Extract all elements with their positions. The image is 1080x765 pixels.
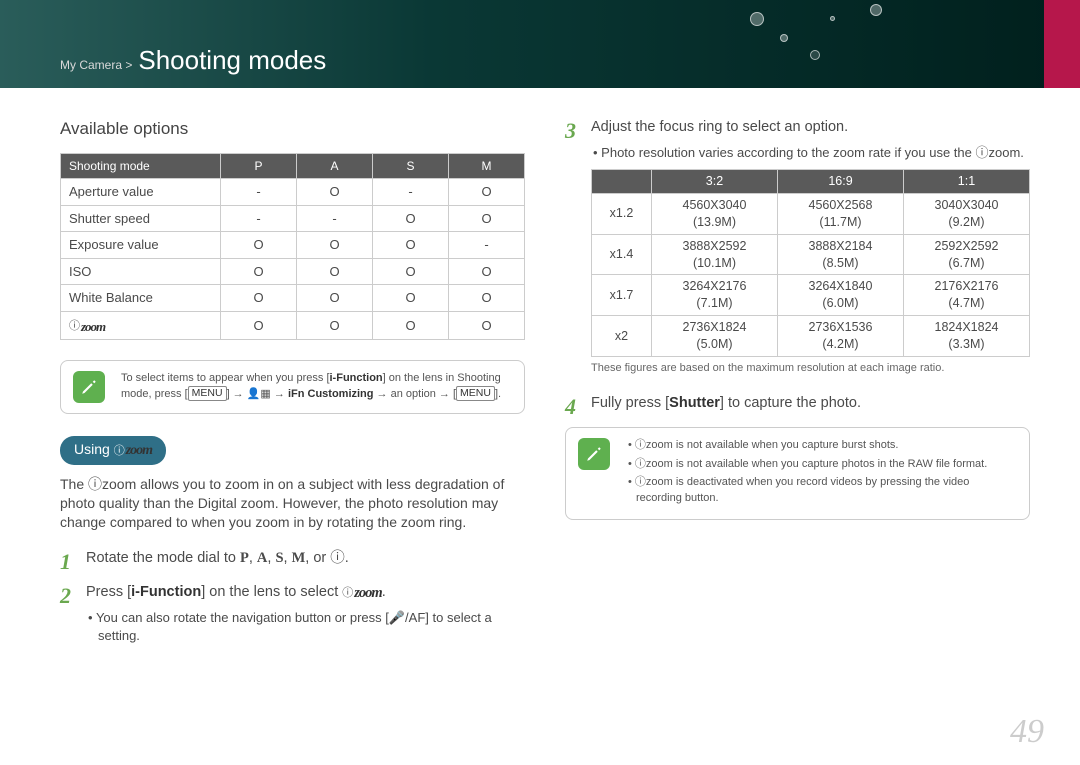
note-item: • ⓘzoom is not available when you captur… (626, 457, 1017, 472)
note-text: ] → (227, 388, 247, 400)
note-text: → an option → [ (374, 388, 457, 400)
table-header: 16:9 (777, 170, 903, 194)
pill-label: Using (74, 441, 114, 457)
step-2-sub: You can also rotate the navigation butto… (86, 609, 525, 644)
step-4: Fully press [Shutter] to capture the pho… (565, 394, 1030, 414)
section-tab (1044, 0, 1080, 88)
table-header: S (373, 153, 449, 178)
table-row: x1.24560X3040(13.9M)4560X2568(11.7M)3040… (592, 193, 1030, 234)
table-header: A (297, 153, 373, 178)
note-box-izoom-limits: • ⓘzoom is not available when you captur… (565, 427, 1030, 520)
table-row: White BalanceOOOO (61, 285, 525, 312)
left-column: Available options Shooting modePASM Aper… (60, 118, 525, 658)
using-izoom-pill: Using zoom (60, 436, 166, 465)
step-1: Rotate the mode dial to P, A, S, M, or ⓘ… (60, 549, 525, 569)
page-number: 49 (1010, 713, 1044, 751)
table-row: x22736X1824(5.0M)2736X1536(4.2M)1824X182… (592, 316, 1030, 357)
key-menu: MENU (188, 386, 227, 401)
step-2: Press [i-Function] on the lens to select… (60, 583, 525, 644)
izoom-icon: zoom (114, 442, 152, 461)
table-row: Exposure valueOOO- (61, 232, 525, 259)
table-header: P (221, 153, 297, 178)
note-box-customizing: To select items to appear when you press… (60, 360, 525, 414)
note-item: • ⓘzoom is deactivated when you record v… (626, 475, 1017, 506)
table-row: ISOOOOO (61, 258, 525, 285)
table-caption: These figures are based on the maximum r… (591, 361, 1030, 376)
note-bold: iFn Customizing (288, 388, 374, 400)
note-text: To select items to appear when you press… (121, 372, 330, 384)
note-bold: i-Function (330, 372, 383, 384)
table-header: M (449, 153, 525, 178)
table-header: 1:1 (903, 170, 1029, 194)
table-row: Shutter speed--OO (61, 205, 525, 232)
table-header: Shooting mode (61, 153, 221, 178)
user-settings-icon: 👤▦ (247, 388, 271, 400)
note-item: • ⓘzoom is not available when you captur… (626, 438, 1017, 453)
page-title: Shooting modes (138, 45, 326, 76)
note-text: ]. (495, 388, 501, 400)
izoom-icon: zoom (342, 584, 381, 604)
table-row: x1.43888X2592(10.1M)3888X2184(8.5M)2592X… (592, 234, 1030, 275)
note-text: → (271, 388, 288, 400)
options-table: Shooting modePASM Aperture value-O-OShut… (60, 153, 525, 340)
section-title: Available options (60, 118, 525, 141)
table-row: zoomOOOO (61, 311, 525, 339)
table-row: Aperture value-O-O (61, 179, 525, 206)
resolution-table: 3:216:91:1 x1.24560X3040(13.9M)4560X2568… (591, 169, 1030, 357)
header-decor (740, 4, 900, 74)
pen-icon (578, 438, 610, 470)
right-column: Adjust the focus ring to select an optio… (565, 118, 1030, 658)
table-header (592, 170, 652, 194)
breadcrumb: My Camera > (60, 58, 132, 76)
table-header: 3:2 (651, 170, 777, 194)
key-menu: MENU (456, 386, 495, 401)
step-3-sub: Photo resolution varies according to the… (591, 144, 1030, 162)
izoom-paragraph: The ⓘzoom allows you to zoom in on a sub… (60, 475, 525, 532)
table-row: x1.73264X2176(7.1M)3264X1840(6.0M)2176X2… (592, 275, 1030, 316)
pen-icon (73, 371, 105, 403)
page-header: My Camera > Shooting modes (0, 0, 1080, 88)
step-3: Adjust the focus ring to select an optio… (565, 118, 1030, 376)
